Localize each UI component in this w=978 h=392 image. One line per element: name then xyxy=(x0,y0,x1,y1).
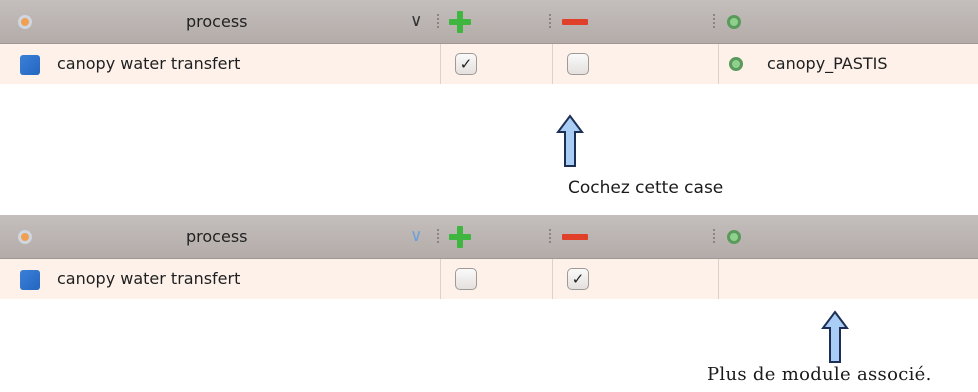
minus-icon[interactable] xyxy=(562,19,588,25)
column-separator[interactable] xyxy=(713,14,717,28)
blue-square-icon xyxy=(20,55,40,75)
column-separator[interactable] xyxy=(713,229,717,243)
table-header: process ∨ xyxy=(0,215,978,259)
plus-icon[interactable] xyxy=(449,226,471,248)
add-checkbox[interactable] xyxy=(455,268,477,290)
table-row[interactable]: canopy water transfert ✓ xyxy=(0,259,978,299)
process-label: canopy water transfert xyxy=(57,54,241,73)
add-checkbox[interactable]: ✓ xyxy=(455,53,477,75)
chevron-down-icon[interactable]: ∨ xyxy=(410,226,422,246)
column-separator[interactable] xyxy=(549,14,553,28)
annotation-caption: Cochez cette case xyxy=(568,178,724,198)
add-cell: ✓ xyxy=(441,44,553,84)
remove-checkbox[interactable]: ✓ xyxy=(567,268,589,290)
arrow-up-icon xyxy=(821,310,849,364)
gear-icon xyxy=(18,15,32,29)
plus-icon[interactable] xyxy=(449,11,471,33)
gear-icon xyxy=(727,15,741,29)
column-separator[interactable] xyxy=(437,14,441,28)
arrow-up-icon xyxy=(556,114,584,168)
gear-icon xyxy=(729,57,743,71)
module-cell[interactable]: canopy_PASTIS xyxy=(719,44,978,84)
minus-icon[interactable] xyxy=(562,234,588,240)
column-separator[interactable] xyxy=(549,229,553,243)
remove-cell: ✓ xyxy=(553,259,719,299)
module-name: canopy_PASTIS xyxy=(767,54,888,73)
chevron-down-icon[interactable]: ∨ xyxy=(410,11,422,31)
process-label: canopy water transfert xyxy=(57,269,241,288)
process-table-2: process ∨ canopy water transfert ✓ xyxy=(0,215,978,299)
gear-icon xyxy=(18,230,32,244)
table-row[interactable]: canopy water transfert ✓ canopy_PASTIS xyxy=(0,44,978,84)
process-table-1: process ∨ canopy water transfert ✓ canop… xyxy=(0,0,978,84)
column-header-process[interactable]: process xyxy=(186,0,247,44)
gear-icon xyxy=(727,230,741,244)
column-separator[interactable] xyxy=(437,229,441,243)
blue-square-icon xyxy=(20,270,40,290)
process-cell[interactable]: canopy water transfert xyxy=(0,44,441,84)
remove-checkbox[interactable] xyxy=(567,53,589,75)
process-cell[interactable]: canopy water transfert xyxy=(0,259,441,299)
annotation-caption: Plus de module associé. xyxy=(707,364,932,385)
module-cell[interactable] xyxy=(719,259,978,299)
remove-cell xyxy=(553,44,719,84)
table-header: process ∨ xyxy=(0,0,978,44)
column-header-process[interactable]: process xyxy=(186,215,247,259)
add-cell xyxy=(441,259,553,299)
